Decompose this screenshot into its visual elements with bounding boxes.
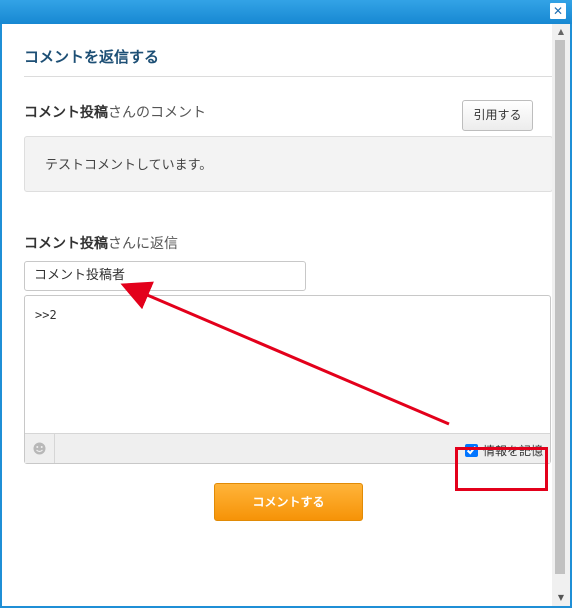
reply-to-suffix: さんに返信 bbox=[108, 236, 178, 252]
scroll-thumb[interactable] bbox=[555, 40, 565, 574]
close-icon[interactable]: ✕ bbox=[550, 3, 566, 19]
scroll-down-icon[interactable]: ▼ bbox=[552, 590, 570, 606]
reply-dialog: コメントを返信する コメント投稿さんのコメント 引用する テストコメントしていま… bbox=[2, 24, 570, 606]
original-comment-label: コメント投稿さんのコメント bbox=[24, 102, 206, 122]
vertical-scrollbar[interactable]: ▲ ▼ bbox=[552, 24, 570, 606]
original-comment-text: テストコメントしています。 bbox=[45, 158, 213, 173]
title-divider bbox=[24, 76, 553, 77]
dialog-title: コメントを返信する bbox=[24, 48, 160, 66]
reply-body-text[interactable]: >>2 bbox=[35, 308, 57, 322]
reply-editor[interactable]: >>2 情報を記憶 bbox=[24, 295, 551, 464]
reply-to-label: コメント投稿さんに返信 bbox=[24, 233, 178, 253]
reply-author-name: コメント投稿 bbox=[24, 236, 108, 252]
smiley-icon[interactable] bbox=[25, 434, 55, 463]
annotation-highlight-box bbox=[455, 447, 548, 491]
quote-button[interactable]: 引用する bbox=[462, 100, 533, 131]
submit-comment-button[interactable]: コメントする bbox=[214, 483, 363, 521]
scroll-up-icon[interactable]: ▲ bbox=[552, 24, 570, 40]
original-comment-box: テストコメントしています。 bbox=[24, 136, 553, 192]
original-author-name: コメント投稿 bbox=[24, 105, 108, 121]
dialog-titlebar: ✕ bbox=[0, 0, 572, 24]
name-input[interactable]: コメント投稿者 bbox=[24, 261, 306, 291]
original-comment-suffix: さんのコメント bbox=[108, 105, 206, 121]
dialog-content: コメントを返信する コメント投稿さんのコメント 引用する テストコメントしていま… bbox=[2, 24, 553, 606]
